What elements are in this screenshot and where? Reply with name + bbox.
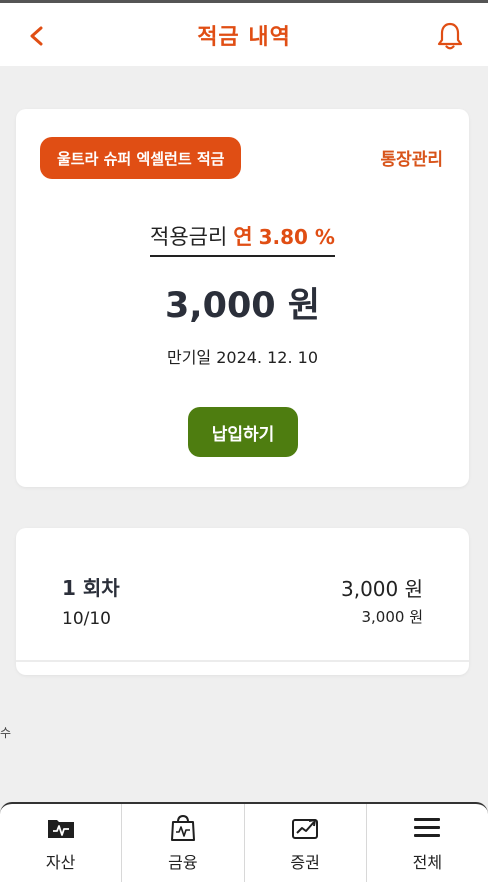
interest-rate: 적용금리 연 3.80 % <box>150 221 335 257</box>
chevron-left-icon <box>30 26 43 46</box>
round-number: 1 회차 <box>62 576 120 600</box>
balance-amount: 3,000 원 <box>164 286 321 326</box>
wallet-icon <box>46 813 76 843</box>
stray-text: 수 <box>0 726 12 740</box>
back-button[interactable] <box>22 21 52 51</box>
nav-label-assets: 자산 <box>45 853 76 872</box>
nav-label-securities: 증권 <box>290 853 320 872</box>
nav-label-finance: 금융 <box>168 853 198 872</box>
bell-icon <box>437 22 463 50</box>
round-date: 10/10 <box>62 609 111 629</box>
account-manage-link[interactable]: 통장관리 <box>380 145 443 170</box>
round-cumulative-amount: 3,000 원 <box>361 608 423 626</box>
payment-history-card: 1 회차 10/10 3,000 원 3,000 원 <box>16 528 469 675</box>
product-name-badge: 울트라 슈퍼 엑셀런트 적금 <box>40 137 242 179</box>
rate-prefix: 연 <box>233 225 253 249</box>
nav-item-all[interactable]: 전체 <box>367 804 488 882</box>
stock-chart-icon <box>290 813 320 843</box>
bottom-navigation: 자산 금융 증권 전체 <box>0 802 488 882</box>
interest-rate-row: 적용금리 연 3.80 % <box>16 221 469 257</box>
maturity-info: 만기일 2024. 12. 10 <box>16 344 469 368</box>
round-amount: 3,000 원 <box>340 577 423 601</box>
shopping-bag-icon <box>168 813 198 843</box>
nav-item-securities[interactable]: 증권 <box>245 804 367 882</box>
menu-icon <box>412 813 442 843</box>
nav-item-finance[interactable]: 금융 <box>122 804 245 882</box>
top-app-bar: 적금 내역 <box>0 0 488 66</box>
maturity-label: 만기일 <box>166 348 212 367</box>
rate-value: 3.80 % <box>258 225 335 249</box>
maturity-date: 2024. 12. 10 <box>216 348 319 367</box>
savings-summary-card: 울트라 슈퍼 엑셀런트 적금 통장관리 적용금리 연 3.80 % 3,000 … <box>16 109 469 487</box>
divider <box>16 660 469 662</box>
rate-label: 적용금리 <box>150 225 228 249</box>
deposit-button[interactable]: 납입하기 <box>188 407 298 457</box>
notification-button[interactable] <box>434 19 466 53</box>
page-title: 적금 내역 <box>197 24 291 50</box>
nav-label-all: 전체 <box>412 853 443 872</box>
nav-item-assets[interactable]: 자산 <box>0 804 123 882</box>
